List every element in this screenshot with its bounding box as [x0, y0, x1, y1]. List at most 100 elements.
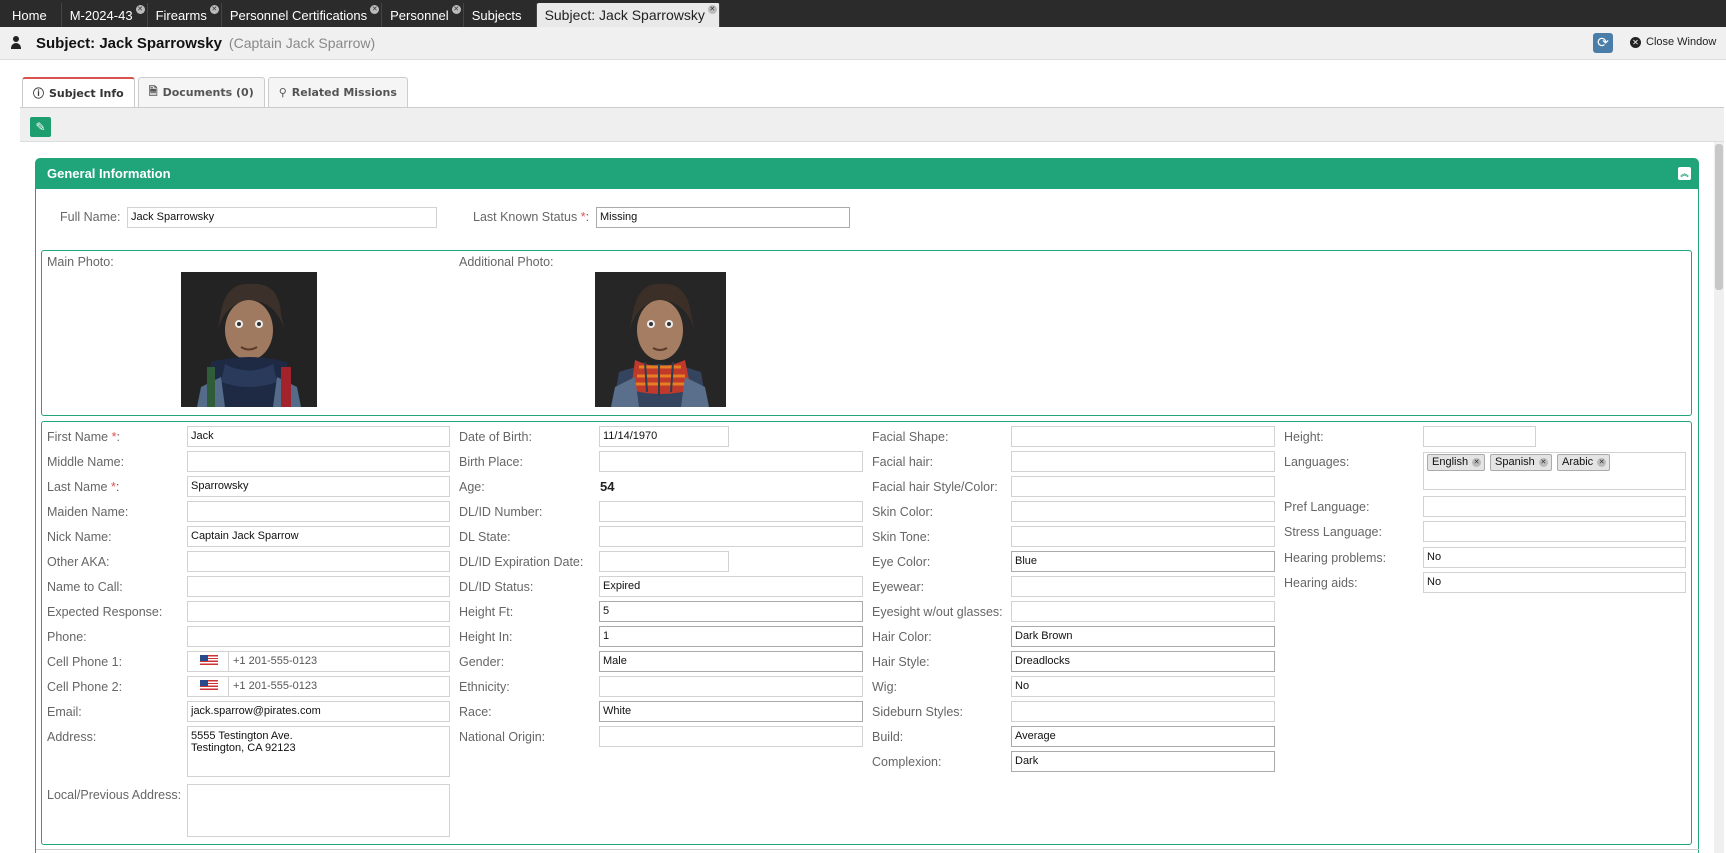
hair-color-field[interactable]: Dark Brown [1011, 626, 1275, 647]
skin-color-field[interactable] [1011, 501, 1275, 522]
cell-phone-1-field[interactable]: +1 201-555-0123 [187, 651, 450, 672]
dl-id-number-field[interactable] [599, 501, 863, 522]
eye-color-field[interactable]: Blue [1011, 551, 1275, 572]
age-label: Age: [459, 480, 485, 494]
eyesight-field[interactable] [1011, 601, 1275, 622]
build-field[interactable]: Average [1011, 726, 1275, 747]
refresh-button[interactable]: ⟳ [1593, 33, 1613, 53]
email-field[interactable]: jack.sparrow@pirates.com [187, 701, 450, 722]
name-to-call-field[interactable] [187, 576, 450, 597]
facial-hair-field[interactable] [1011, 451, 1275, 472]
pref-language-field[interactable] [1423, 496, 1686, 517]
stress-language-field[interactable] [1423, 521, 1686, 542]
label-text: First Name [47, 430, 109, 444]
languages-field[interactable]: English ✕ Spanish ✕ Arabic ✕ [1423, 452, 1686, 490]
tab-personnel-certifications[interactable]: Personnel Certifications ✕ [222, 3, 383, 27]
cell-phone-1-label: Cell Phone 1: [47, 655, 123, 669]
general-information-header: General Information ︽ [35, 158, 1699, 189]
edit-button[interactable]: ✎ [30, 117, 51, 137]
close-icon[interactable]: ✕ [707, 5, 717, 14]
nick-name-field[interactable]: Captain Jack Sparrow [187, 526, 450, 547]
wig-label: Wig: [872, 680, 897, 694]
hair-color-label: Hair Color: [872, 630, 932, 644]
expected-response-field[interactable] [187, 601, 450, 622]
language-chip[interactable]: English ✕ [1427, 454, 1486, 471]
us-flag-icon[interactable] [200, 680, 218, 691]
last-known-status-field[interactable]: Missing [596, 207, 850, 228]
full-name-field[interactable]: Jack Sparrowsky [127, 207, 437, 228]
height-field[interactable] [1423, 426, 1536, 447]
tab-subject-info[interactable]: ⓘ Subject Info [22, 77, 135, 107]
ethnicity-field[interactable] [599, 676, 863, 697]
close-icon[interactable]: ✕ [209, 5, 219, 14]
dl-status-field[interactable]: Expired [599, 576, 863, 597]
close-window-button[interactable]: ✕ Close Window [1630, 36, 1716, 48]
tab-subject-jack-sparrowsky[interactable]: Subject: Jack Sparrowsky ✕ [536, 3, 720, 27]
phone-field[interactable] [187, 626, 450, 647]
form-toolbar: ✎ [20, 108, 1724, 142]
skin-tone-field[interactable] [1011, 526, 1275, 547]
dl-expiration-label: DL/ID Expiration Date: [459, 555, 584, 569]
language-chip[interactable]: Spanish ✕ [1490, 454, 1552, 471]
hearing-aids-field[interactable]: No [1423, 572, 1686, 593]
pencil-icon: ✎ [35, 120, 46, 134]
vertical-scrollbar[interactable] [1714, 142, 1724, 853]
sideburn-styles-field[interactable] [1011, 701, 1275, 722]
national-origin-field[interactable] [599, 726, 863, 747]
language-chip[interactable]: Arabic ✕ [1557, 454, 1611, 471]
local-previous-address-field[interactable] [187, 784, 450, 837]
maiden-name-field[interactable] [187, 501, 450, 522]
ethnicity-label: Ethnicity: [459, 680, 510, 694]
close-icon[interactable]: ✕ [135, 5, 145, 14]
remove-icon[interactable]: ✕ [1597, 458, 1607, 467]
page-subtitle-alias: (Captain Jack Sparrow) [228, 35, 376, 51]
remove-icon[interactable]: ✕ [1538, 458, 1548, 467]
birth-place-field[interactable] [599, 451, 863, 472]
tab-home[interactable]: Home [4, 3, 62, 27]
dl-status-label: DL/ID Status: [459, 580, 534, 594]
facial-shape-field[interactable] [1011, 426, 1275, 447]
tab-documents[interactable]: 🗎 Documents (0) [137, 77, 265, 107]
collapse-button[interactable]: ︽ [1678, 167, 1691, 180]
scrollbar-thumb[interactable] [1715, 144, 1723, 290]
tab-personnel[interactable]: Personnel ✕ [382, 3, 464, 27]
tab-firearms[interactable]: Firearms ✕ [148, 3, 222, 27]
height-in-field[interactable]: 1 [599, 626, 863, 647]
name-to-call-label: Name to Call: [47, 580, 123, 594]
race-field[interactable]: White [599, 701, 863, 722]
other-aka-field[interactable] [187, 551, 450, 572]
tab-label: Subject Info [49, 86, 124, 100]
tab-subjects[interactable]: Subjects [464, 3, 537, 27]
tab-mission[interactable]: M-2024-43 ✕ [62, 3, 148, 27]
additional-photo[interactable] [595, 272, 726, 407]
sideburn-styles-label: Sideburn Styles: [872, 705, 964, 719]
dl-state-field[interactable] [599, 526, 863, 547]
gender-field[interactable]: Male [599, 651, 863, 672]
remove-icon[interactable]: ✕ [1472, 458, 1482, 467]
skin-tone-label: Skin Tone: [872, 530, 931, 544]
first-name-field[interactable]: Jack [187, 426, 450, 447]
complexion-field[interactable]: Dark [1011, 751, 1275, 772]
last-name-field[interactable]: Sparrowsky [187, 476, 450, 497]
main-photo[interactable] [181, 272, 317, 407]
cell-phone-2-field[interactable]: +1 201-555-0123 [187, 676, 450, 697]
close-icon[interactable]: ✕ [451, 5, 461, 14]
eyewear-field[interactable] [1011, 576, 1275, 597]
dob-field[interactable]: 11/14/1970 [599, 426, 729, 447]
height-ft-field[interactable]: 5 [599, 601, 863, 622]
hearing-problems-field[interactable]: No [1423, 547, 1686, 568]
tab-label: Home [12, 7, 47, 23]
tab-label: Related Missions [291, 86, 397, 99]
close-icon[interactable]: ✕ [370, 5, 380, 14]
us-flag-icon[interactable] [200, 655, 218, 666]
dl-expiration-field[interactable] [599, 551, 729, 572]
address-field[interactable]: 5555 Testington Ave. Testington, CA 9212… [187, 726, 450, 777]
tab-related-missions[interactable]: ⚲ Related Missions [267, 77, 408, 107]
middle-name-field[interactable] [187, 451, 450, 472]
facial-hair-style-field[interactable] [1011, 476, 1275, 497]
chip-label: Arabic [1562, 456, 1594, 468]
hair-style-field[interactable]: Dreadlocks [1011, 651, 1275, 672]
wig-field[interactable]: No [1011, 676, 1275, 697]
panel-bottom-divider [36, 849, 1699, 850]
tab-label: Subject: Jack Sparrowsky [544, 7, 705, 23]
